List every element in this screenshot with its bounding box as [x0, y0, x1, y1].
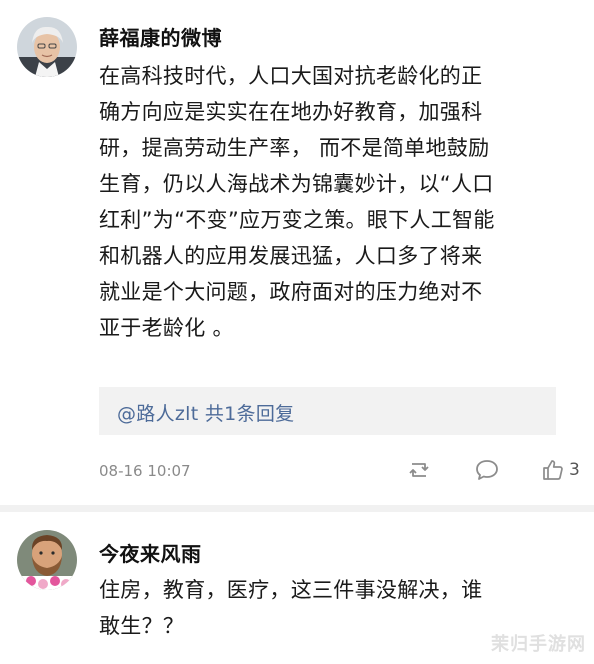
post-content-line: 亚于老龄化 。: [99, 316, 234, 340]
avatar-image: [17, 17, 77, 77]
post-content-line: 就业是个大问题，政府面对的压力绝对不: [99, 280, 483, 304]
post-content-line: 住房，教育，医疗，这三件事没解决，谁: [99, 578, 483, 602]
avatar-image: [17, 530, 77, 590]
username[interactable]: 今夜来风雨: [99, 538, 202, 567]
post-content-line: 在高科技时代，人口大国对抗老龄化的正: [99, 64, 483, 88]
like-icon: [543, 460, 563, 480]
post-content-line: 生育，仍以人海战术为锦囊妙计，以“人口: [99, 172, 494, 196]
username[interactable]: 薛福康的微博: [99, 22, 222, 51]
comment-icon: [476, 460, 498, 480]
repost-button[interactable]: [406, 456, 432, 484]
weibo-post: 薛福康的微博 在高科技时代，人口大国对抗老龄化的正 确方向应是实实在在地办好教育…: [0, 0, 594, 505]
like-count: 3: [569, 460, 580, 480]
avatar[interactable]: [17, 17, 77, 77]
post-content: 在高科技时代，人口大国对抗老龄化的正 确方向应是实实在在地办好教育，加强科 研，…: [99, 58, 569, 346]
repost-icon: [409, 463, 429, 477]
post-divider: [0, 505, 594, 512]
post-content-line: 确方向应是实实在在地办好教育，加强科: [99, 100, 483, 124]
post-content-line: 和机器人的应用发展迅猛，人口多了将来: [99, 244, 483, 268]
reply-preview-text[interactable]: @路人zlt 共1条回复: [117, 399, 294, 426]
site-watermark: 茉归手游网: [491, 634, 586, 655]
reply-preview[interactable]: @路人zlt 共1条回复: [99, 387, 556, 435]
comment-button[interactable]: [474, 456, 500, 484]
like-button[interactable]: 3: [541, 456, 580, 484]
post-timestamp: 08-16 10:07: [99, 462, 191, 480]
avatar[interactable]: [17, 530, 77, 590]
post-content-line: 研，提高劳动生产率， 而不是简单地鼓励: [99, 136, 490, 160]
post-content-line: 红利”为“不变”应万变之策。眼下人工智能: [99, 208, 495, 232]
